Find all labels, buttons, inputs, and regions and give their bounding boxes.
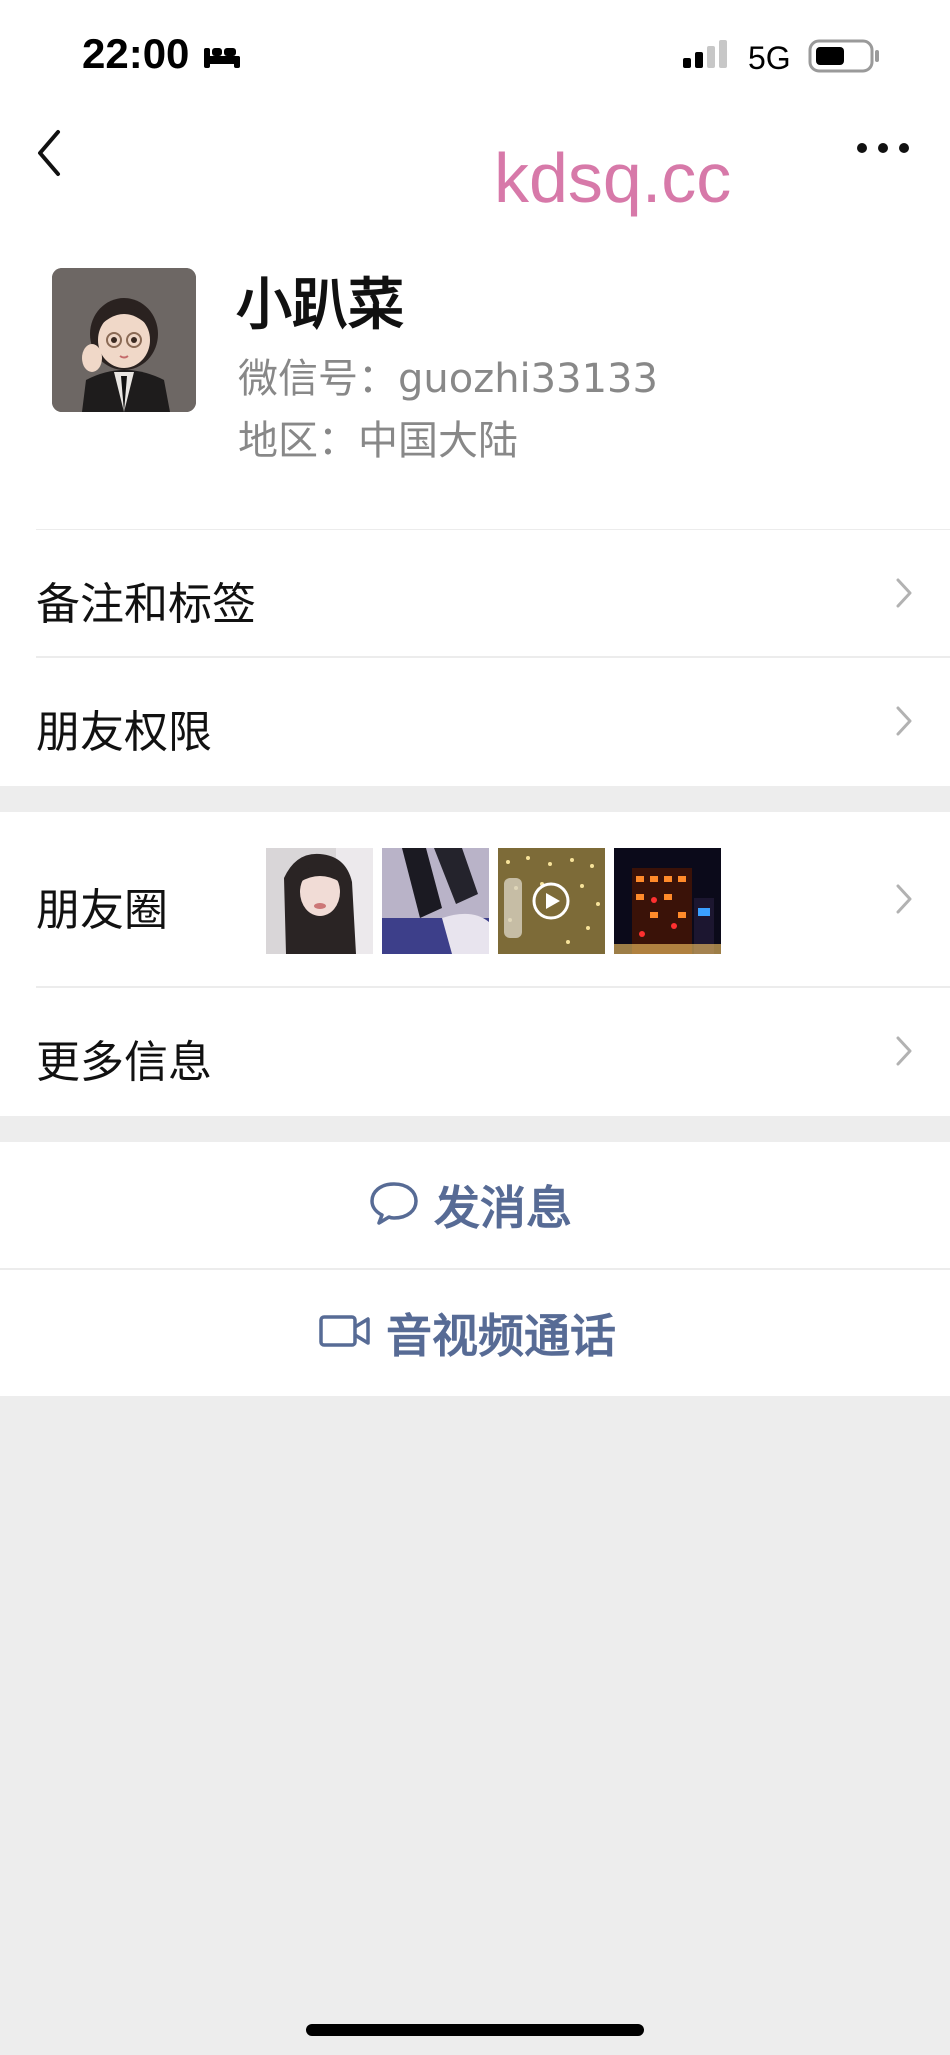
signal-icon [683, 38, 733, 74]
nav-bar: kdsq.cc [0, 110, 950, 217]
moments-cell[interactable]: 朋友圈 [0, 812, 950, 988]
video-call-button[interactable]: 音视频通话 [0, 1270, 950, 1396]
chevron-right-icon [894, 882, 914, 920]
chat-bubble-icon [368, 1180, 420, 1230]
moments-video [498, 848, 605, 954]
moments-label: 朋友圈 [36, 885, 168, 936]
chevron-right-icon [894, 1034, 914, 1072]
sleep-icon [202, 44, 242, 74]
more-info-cell[interactable]: 更多信息 [0, 988, 950, 1116]
more-icon[interactable] [855, 140, 911, 159]
remarks-tags-cell[interactable]: 备注和标签 [0, 530, 950, 658]
region: 地区：中国大陆 [238, 418, 518, 464]
home-indicator[interactable] [306, 2024, 644, 2036]
friend-permissions-label: 朋友权限 [36, 707, 212, 758]
chevron-left-icon[interactable] [34, 128, 64, 182]
profile-name: 小趴菜 [236, 273, 404, 338]
video-call-label: 音视频通话 [386, 1309, 616, 1363]
more-info-label: 更多信息 [36, 1037, 212, 1088]
moments-photo [382, 848, 489, 954]
network-type: 5G [748, 40, 791, 76]
status-time: 22:00 [82, 30, 190, 77]
send-message-label: 发消息 [434, 1181, 572, 1235]
friend-permissions-cell[interactable]: 朋友权限 [0, 658, 950, 786]
video-camera-icon [318, 1313, 372, 1353]
wechat-id: 微信号：guozhi33133 [238, 356, 658, 402]
chevron-right-icon [894, 704, 914, 742]
battery-icon [808, 38, 882, 78]
send-message-button[interactable]: 发消息 [0, 1142, 950, 1270]
status-bar: 22:00 5G [0, 0, 950, 110]
avatar[interactable] [52, 268, 196, 412]
remarks-tags-label: 备注和标签 [36, 579, 256, 630]
profile-header: 22:00 5G kdsq.cc 小趴菜 微信号：guozhi33133 地区：… [0, 0, 950, 531]
moments-photo [614, 848, 721, 954]
moments-photo [266, 848, 373, 954]
moments-thumbnails [266, 848, 721, 954]
chevron-right-icon [894, 576, 914, 614]
watermark: kdsq.cc [494, 139, 732, 217]
profile-info: 小趴菜 微信号：guozhi33133 地区：中国大陆 [0, 230, 950, 464]
